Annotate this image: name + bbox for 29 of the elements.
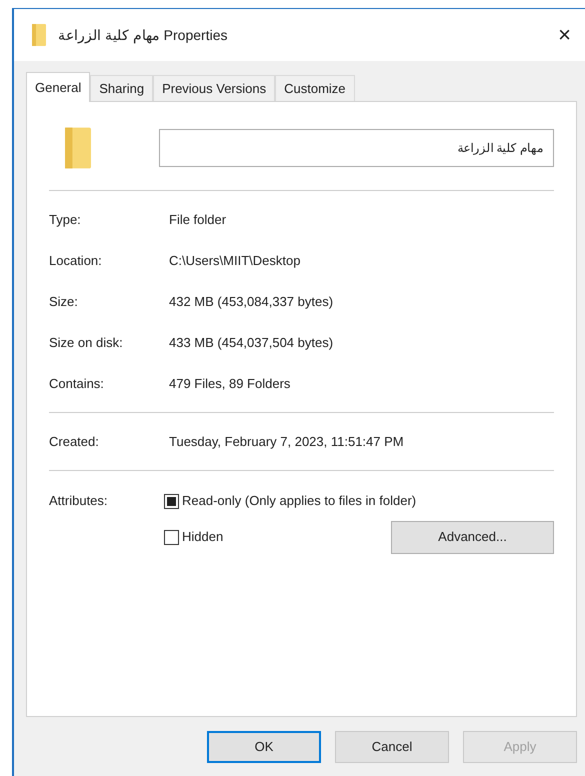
folder-icon [32,24,46,46]
property-value: 479 Files, 89 Folders [169,374,290,393]
checkbox-label: Hidden [182,528,224,546]
tab[interactable]: General [26,72,90,102]
tab[interactable]: Customize [275,75,355,101]
checkbox[interactable] [164,530,179,544]
advanced-button[interactable]: Advanced... [391,520,554,554]
property-value: 432 MB (453,084,337 bytes) [169,292,334,311]
checkbox[interactable] [164,494,179,508]
checkbox-label: Read-only (Only applies to files in folder) [182,492,416,510]
dialog-button[interactable]: Cancel [335,730,449,762]
property-label: Location: [49,252,103,270]
close-button[interactable]: × [554,24,575,46]
property-label: Size on disk: [49,334,124,352]
property-value: File folder [169,210,226,229]
property-value: 433 MB (454,037,504 bytes) [169,334,334,352]
tab[interactable]: Previous Versions [153,75,276,101]
property-label: Created: [49,432,100,451]
property-label: Contains: [49,374,105,393]
name-field[interactable]: مهام كلية الزراعة [159,129,554,167]
folder-icon [65,126,91,170]
attributes-label: Attributes: [49,492,109,510]
property-label: Type: [49,210,82,229]
dialog-button[interactable]: OK [207,730,321,762]
property-label: Size: [49,292,79,311]
tab[interactable]: Sharing [90,75,154,101]
window-title: مهام كلية الزراعة Properties [58,26,228,46]
property-value: C:\Users\MIIT\Desktop [169,252,300,270]
property-value: Tuesday, February 7, 2023, 11:51:47 PM [169,432,404,451]
